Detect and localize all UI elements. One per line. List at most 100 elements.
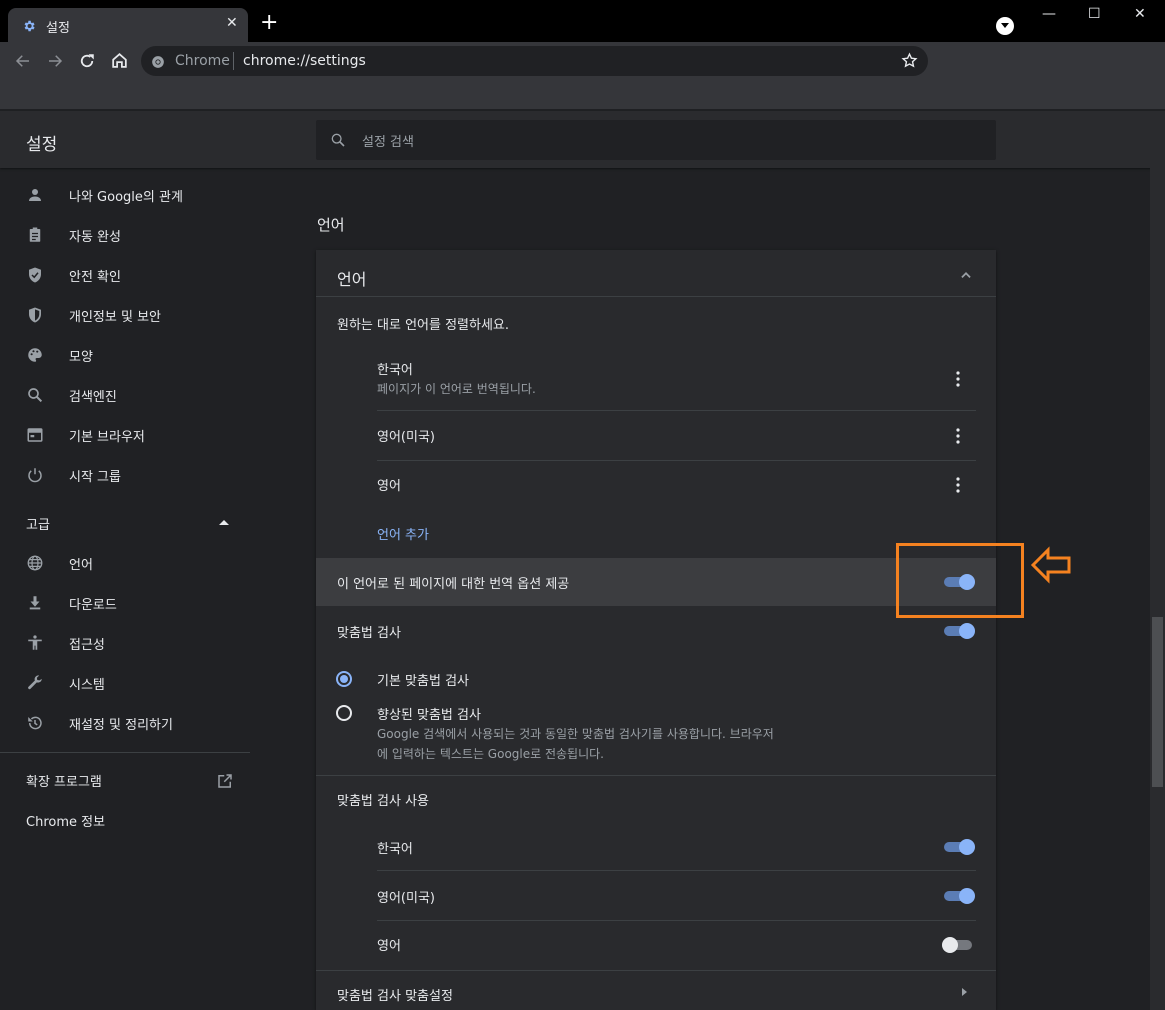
sidebar-item-on-startup[interactable]: 시작 그룹 [0, 455, 250, 495]
sidebar-item-default-browser[interactable]: 기본 브라우저 [0, 415, 250, 455]
reload-icon[interactable] [78, 52, 96, 74]
minimize-icon[interactable]: — [1042, 6, 1056, 22]
home-icon[interactable] [110, 51, 129, 74]
sidebar-item-accessibility[interactable]: 접근성 [0, 623, 250, 663]
spellcheck-label: 맞춤법 검사 [337, 626, 401, 641]
address-bar[interactable]: Chrome chrome://settings [141, 46, 928, 76]
bookmarks-bar [0, 80, 1165, 110]
sidebar-item-label: Chrome 정보 [26, 815, 106, 830]
sidebar-item-languages[interactable]: 언어 [0, 543, 250, 583]
spellcheck-use-label: 맞춤법 검사 사용 [337, 794, 429, 809]
sidebar-item-label: 확장 프로그램 [26, 775, 102, 790]
shield-check-icon [26, 266, 44, 284]
back-icon[interactable] [14, 52, 32, 74]
basic-spellcheck-radio[interactable] [336, 671, 352, 687]
customize-spellcheck-row[interactable]: 맞춤법 검사 맞춤설정 [316, 972, 996, 1010]
sidebar-item-system[interactable]: 시스템 [0, 663, 250, 703]
caret-up-icon [219, 520, 229, 525]
browser-icon [26, 426, 44, 444]
spell-language-name: 영어 [377, 939, 401, 954]
divider [316, 775, 996, 776]
divider [377, 410, 976, 411]
settings-search-input[interactable]: 설정 검색 [316, 120, 996, 160]
basic-spellcheck-label: 기본 맞춤법 검사 [377, 674, 469, 689]
sidebar-item-label: 시스템 [69, 678, 105, 693]
download-icon [26, 594, 44, 612]
sidebar-item-label: 나와 Google의 관계 [69, 190, 183, 205]
sidebar-item-about-chrome[interactable]: Chrome 정보 [0, 800, 250, 840]
order-hint: 원하는 대로 언어를 정렬하세요. [337, 318, 510, 333]
more-vert-icon[interactable] [950, 370, 966, 392]
external-link-icon [216, 772, 234, 794]
arrow-left-icon [1030, 546, 1072, 588]
sidebar-item-you-and-google[interactable]: 나와 Google의 관계 [0, 175, 250, 215]
maximize-icon[interactable]: ☐ [1088, 6, 1101, 22]
sidebar-advanced-label: 고급 [26, 518, 50, 533]
sidebar-item-label: 다운로드 [69, 598, 117, 613]
sidebar-item-label: 시작 그룹 [69, 470, 121, 485]
wrench-icon [26, 674, 44, 692]
scrollbar[interactable] [1150, 168, 1165, 1010]
more-vert-icon[interactable] [950, 427, 966, 449]
spell-language-toggle[interactable] [944, 836, 975, 856]
power-icon [26, 466, 44, 484]
translate-offer-row[interactable]: 이 언어로 된 페이지에 대한 번역 옵션 제공 [316, 558, 996, 606]
new-tab-button[interactable]: + [260, 12, 278, 34]
omnibox-site-label: Chrome [175, 53, 230, 69]
gear-icon [22, 18, 36, 37]
close-window-icon[interactable]: ✕ [1134, 6, 1146, 22]
language-name: 한국어 [377, 363, 413, 378]
search-icon [26, 386, 44, 404]
card-title: 언어 [337, 270, 367, 289]
divider [377, 460, 976, 461]
customize-spellcheck-label: 맞춤법 검사 맞춤설정 [337, 989, 453, 1004]
section-title: 언어 [317, 216, 345, 234]
star-icon[interactable] [901, 52, 918, 73]
palette-icon [26, 346, 44, 364]
sidebar-item-label: 접근성 [69, 638, 105, 653]
divider [377, 920, 976, 921]
sidebar-item-label: 안전 확인 [69, 270, 121, 285]
omnibox-divider [233, 52, 234, 70]
spell-language-toggle[interactable] [942, 934, 972, 954]
add-language-link[interactable]: 언어 추가 [377, 524, 429, 543]
sidebar-item-label: 개인정보 및 보안 [69, 310, 161, 325]
sidebar-item-label: 언어 [69, 558, 93, 573]
sidebar-item-reset[interactable]: 재설정 및 정리하기 [0, 703, 250, 743]
tab-close-icon[interactable]: ✕ [226, 15, 238, 31]
more-vert-icon[interactable] [950, 476, 966, 498]
forward-icon[interactable] [46, 52, 64, 74]
tab-search-icon[interactable] [996, 17, 1014, 35]
history-icon [26, 714, 44, 732]
languages-collapse-toggle[interactable]: 언어 [316, 252, 996, 296]
chrome-logo-icon [151, 54, 165, 73]
spell-language-name: 영어(미국) [377, 891, 435, 906]
accessibility-icon [26, 634, 44, 652]
sidebar-item-downloads[interactable]: 다운로드 [0, 583, 250, 623]
sidebar-item-extensions[interactable]: 확장 프로그램 [0, 760, 250, 800]
language-subtext: 페이지가 이 언어로 번역됩니다. [377, 382, 536, 396]
translate-offer-label: 이 언어로 된 페이지에 대한 번역 옵션 제공 [337, 577, 570, 592]
page-title: 설정 [26, 135, 58, 155]
highlight-box [896, 543, 1024, 618]
sidebar-item-appearance[interactable]: 모양 [0, 335, 250, 375]
sidebar-item-label: 모양 [69, 350, 93, 365]
sidebar-item-search-engine[interactable]: 검색엔진 [0, 375, 250, 415]
spellcheck-toggle[interactable] [944, 620, 975, 640]
spell-language-toggle[interactable] [944, 885, 975, 905]
chevron-right-icon [962, 988, 967, 996]
scrollbar-thumb[interactable] [1152, 617, 1163, 787]
sidebar-item-label: 검색엔진 [69, 390, 117, 405]
sidebar-item-label: 자동 완성 [69, 230, 121, 245]
sidebar-item-autofill[interactable]: 자동 완성 [0, 215, 250, 255]
omnibox-url[interactable]: chrome://settings [243, 53, 366, 69]
sidebar-item-privacy[interactable]: 개인정보 및 보안 [0, 295, 250, 335]
enhanced-spellcheck-radio[interactable] [336, 705, 352, 721]
divider [377, 870, 976, 871]
tab-settings[interactable]: 설정 ✕ [8, 8, 248, 42]
enhanced-spellcheck-desc: 에 입력하는 텍스트는 Google로 전송됩니다. [377, 747, 604, 761]
enhanced-spellcheck-desc: Google 검색에서 사용되는 것과 동일한 맞춤법 검사기를 사용합니다. … [377, 727, 774, 741]
clipboard-icon [26, 226, 44, 244]
sidebar-advanced-toggle[interactable]: 고급 [0, 505, 250, 541]
sidebar-item-safety-check[interactable]: 안전 확인 [0, 255, 250, 295]
